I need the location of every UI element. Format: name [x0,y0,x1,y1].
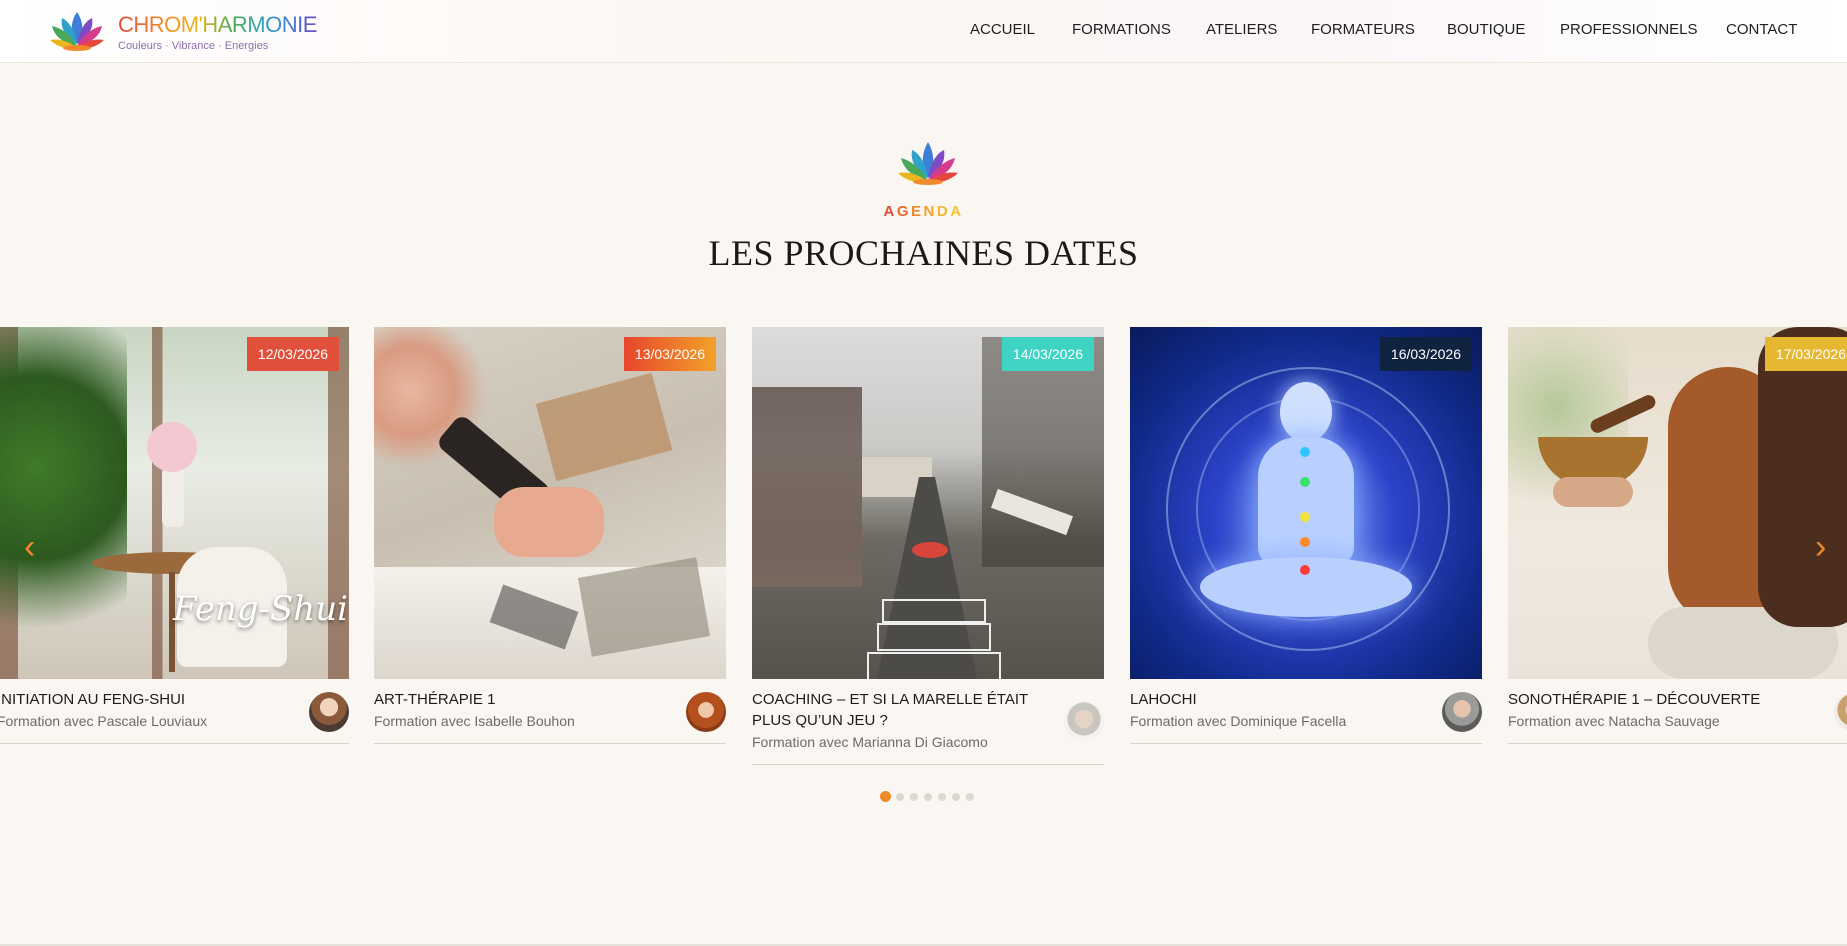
event-title[interactable]: LAHOCHI [1130,689,1482,710]
event-info: ART-THÉRAPIE 1 Formation avec Isabelle B… [374,679,726,744]
event-card[interactable]: 13/03/2026 ART-THÉRAPIE 1 Formation avec… [374,327,726,744]
pagination-dot[interactable] [952,793,960,801]
event-trainer: Formation avec Pascale Louviaux [0,713,208,729]
nav-ateliers[interactable]: ATELIERS [1206,21,1277,38]
date-badge: 16/03/2026 [1379,337,1472,371]
nav-formateurs[interactable]: FORMATEURS [1311,21,1415,38]
date-badge: 17/03/2026 [1764,337,1847,371]
event-title[interactable]: COACHING – ET SI LA MARELLE ÉTAIT PLUS Q… [752,689,1104,731]
event-trainer: Formation avec Isabelle Bouhon [374,713,575,729]
nav-professionnels[interactable]: PROFESSIONNELS [1560,21,1698,38]
event-image[interactable]: 16/03/2026 [1130,327,1482,679]
event-card[interactable]: 16/03/2026 LAHOCHI Formation avec Domini… [1130,327,1482,744]
eyebrow-letter: A [883,203,897,220]
agenda-eyebrow: AGENDA [0,203,1847,220]
event-info: COACHING – ET SI LA MARELLE ÉTAIT PLUS Q… [752,679,1104,765]
nav-accueil[interactable]: ACCUEIL [970,21,1035,38]
image-caption: Feng-Shui [173,589,348,629]
nav-formations[interactable]: FORMATIONS [1072,21,1171,38]
eyebrow-letter: N [923,203,937,220]
event-trainer: Formation avec Marianna Di Giacomo [752,734,988,750]
site-tagline: Couleurs · Vibrance · Energies [118,40,269,52]
lotus-logo-icon [50,12,104,51]
eyebrow-letter: D [936,203,951,220]
event-card[interactable]: 14/03/2026 COACHING – ET SI LA MARELLE É… [752,327,1104,765]
pagination-dot[interactable] [966,793,974,801]
event-card[interactable]: Feng-Shui 12/03/2026 INITIATION AU FENG-… [0,327,349,744]
pagination-dot[interactable] [880,791,891,802]
lotus-icon [898,142,958,185]
trainer-avatar [1064,701,1104,741]
event-trainer: Formation avec Dominique Facella [1130,713,1347,729]
trainer-avatar [309,692,349,732]
event-image[interactable]: 17/03/2026 [1508,327,1847,679]
pagination-dot[interactable] [896,793,904,801]
event-info: INITIATION AU FENG-SHUI Formation avec P… [0,679,349,744]
date-badge: 14/03/2026 [1001,337,1094,371]
event-title[interactable]: SONOTHÉRAPIE 1 – DÉCOUVERTE [1508,689,1847,710]
section-title: LES PROCHAINES DATES [708,233,1139,273]
pagination-dot[interactable] [924,793,932,801]
nav-contact[interactable]: CONTACT [1726,21,1797,38]
nav-boutique[interactable]: BOUTIQUE [1447,21,1525,38]
event-info: SONOTHÉRAPIE 1 – DÉCOUVERTE Formation av… [1508,679,1847,744]
event-image[interactable]: Feng-Shui 12/03/2026 [0,327,349,679]
eyebrow-letter: E [910,203,924,220]
date-badge: 13/03/2026 [623,337,716,371]
event-trainer: Formation avec Natacha Sauvage [1508,713,1720,729]
event-card[interactable]: 17/03/2026 SONOTHÉRAPIE 1 – DÉCOUVERTE F… [1508,327,1847,744]
site-logo[interactable]: CHROM'HARMONIE Couleurs · Vibrance · Ene… [48,6,317,54]
pagination-dot[interactable] [938,793,946,801]
event-info: LAHOCHI Formation avec Dominique Facella [1130,679,1482,744]
event-image[interactable]: 13/03/2026 [374,327,726,679]
site-name: CHROM'HARMONIE [118,12,317,37]
pagination-dot[interactable] [910,793,918,801]
chevron-left-icon[interactable]: ‹ [24,530,35,564]
event-title[interactable]: ART-THÉRAPIE 1 [374,689,726,710]
date-badge: 12/03/2026 [246,337,339,371]
chevron-right-icon[interactable]: › [1815,530,1826,564]
trainer-avatar [1442,692,1482,732]
site-header: CHROM'HARMONIE Couleurs · Vibrance · Ene… [0,0,1847,63]
event-image[interactable]: 14/03/2026 [752,327,1104,679]
trainer-avatar [686,692,726,732]
eyebrow-letter: A [950,203,964,220]
eyebrow-letter: G [896,203,911,220]
event-title[interactable]: INITIATION AU FENG-SHUI [0,689,349,710]
